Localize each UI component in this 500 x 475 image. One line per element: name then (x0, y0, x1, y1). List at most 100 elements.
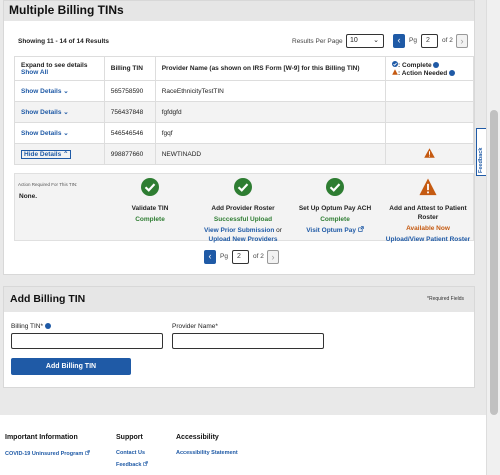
footer: Important Information COVID-19 Uninsured… (0, 415, 486, 475)
upload-new-providers-link[interactable]: Upload New Providers (209, 236, 278, 243)
check-circle-icon (234, 178, 252, 196)
results-per-page-label: Results Per Page (292, 38, 343, 45)
page-input[interactable]: 2 (421, 34, 438, 48)
info-icon[interactable] (433, 61, 440, 68)
required-fields-note: *Required Fields (427, 296, 464, 302)
scrollbar-thumb[interactable] (490, 110, 498, 415)
check-circle-icon (141, 178, 159, 196)
chevron-down-icon: ⌄ (63, 109, 69, 116)
provider-name-cell: RaceEthnicityTestTIN (154, 80, 387, 102)
step-title: Add Provider Roster (211, 205, 275, 212)
info-icon[interactable] (449, 69, 456, 76)
external-link-icon (143, 461, 148, 466)
expand-column-header: Expand to see details Show All (14, 56, 105, 81)
step-title: Validate TIN (131, 205, 169, 212)
info-icon[interactable] (44, 323, 51, 330)
table-row: Show Details ⌄ 546546546 fgqf (14, 122, 474, 144)
action-required-label: Action Required For This TIN: (18, 182, 78, 187)
status-legend-header: : Complete : Action Needed (385, 56, 474, 81)
tin-cell: 756437848 (103, 101, 156, 123)
add-billing-tin-card: Add Billing TIN *Required Fields Billing… (3, 286, 475, 388)
prev-page-button[interactable]: ‹ (204, 250, 216, 264)
step-patient-roster: Add and Attest to Patient Roster Availab… (383, 178, 473, 244)
warning-triangle-icon (419, 178, 437, 196)
next-page-button[interactable]: › (456, 34, 468, 48)
chevron-right-icon: › (460, 36, 464, 46)
step-status: Complete (320, 216, 350, 223)
table-row: Show Details ⌄ 565758590 RaceEthnicityTe… (14, 80, 474, 102)
chevron-left-icon: ‹ (397, 35, 401, 45)
results-per-page-select[interactable]: 10 ⌄ (346, 34, 384, 48)
show-details-link[interactable]: Show Details ⌄ (21, 109, 69, 116)
table-row: Show Details ⌄ 756437848 fgfdgfd (14, 101, 474, 123)
status-cell (385, 80, 474, 102)
page-scrollbar[interactable] (486, 0, 500, 475)
bottom-pager: ‹ Pg 2 of 2 › (204, 250, 279, 264)
chevron-down-icon: ⌄ (373, 37, 379, 44)
billing-tins-title: Multiple Billing TINs (9, 3, 124, 17)
step-title: Set Up Optum Pay ACH (298, 205, 372, 212)
chevron-right-icon: › (271, 252, 275, 262)
pg-label: Pg (220, 253, 228, 260)
page-of-label: of 2 (253, 253, 264, 260)
next-page-button[interactable]: › (267, 250, 279, 264)
show-details-link[interactable]: Show Details ⌄ (21, 130, 69, 137)
chevron-down-icon: ⌄ (63, 88, 69, 95)
provider-name-label: Provider Name* (172, 323, 218, 330)
feedback-side-tab[interactable]: Feedback (476, 128, 486, 176)
chevron-left-icon: ‹ (208, 251, 212, 261)
provider-name-cell: NEWTINADD (154, 143, 387, 165)
provider-name-cell: fgfdgfd (154, 101, 387, 123)
step-status: Successful Upload (213, 216, 273, 223)
action-required-value: None. (19, 193, 38, 200)
results-info: Showing 11 - 14 of 14 Results (18, 38, 110, 45)
provider-name-cell: fgqf (154, 122, 387, 144)
step-optum-pay: Set Up Optum Pay ACH Complete Visit Optu… (295, 178, 375, 235)
status-cell (385, 143, 474, 165)
check-circle-icon (326, 178, 344, 196)
billing-tins-header: Multiple Billing TINs (4, 1, 474, 21)
show-all-link[interactable]: Show All (21, 69, 98, 76)
step-status: Available Now (406, 225, 450, 232)
add-billing-tin-title: Add Billing TIN (10, 293, 86, 305)
table-row: Hide Details ⌃ 998877660 NEWTINADD (14, 143, 474, 165)
feedback-tab-label: Feedback (478, 147, 484, 173)
step-validate-tin: Validate TIN Complete (115, 178, 185, 223)
results-per-page-value: 10 (350, 37, 358, 44)
tin-cell: 565758590 (103, 80, 156, 102)
view-prior-submission-link[interactable]: View Prior Submission (204, 227, 274, 234)
show-details-link[interactable]: Show Details ⌄ (21, 88, 69, 95)
billing-tin-column-header: Billing TIN (103, 56, 156, 81)
page-of-label: of 2 (442, 37, 453, 44)
step-title: Add and Attest to Patient Roster (389, 205, 467, 221)
billing-tin-input[interactable] (11, 333, 163, 349)
main-content: Multiple Billing TINs Showing 11 - 14 of… (0, 0, 486, 475)
accessibility-statement-link[interactable]: Accessibility Statement (176, 450, 238, 456)
status-cell (385, 122, 474, 144)
add-billing-tin-button[interactable]: Add Billing TIN (11, 358, 131, 375)
warning-triangle-icon (424, 148, 435, 158)
step-provider-roster: Add Provider Roster Successful Upload Vi… (195, 178, 291, 244)
billing-tins-card: Multiple Billing TINs Showing 11 - 14 of… (3, 0, 475, 275)
tin-details-panel: Action Required For This TIN: None. Vali… (14, 173, 474, 244)
hide-details-link[interactable]: Hide Details ⌃ (21, 150, 72, 159)
feedback-link[interactable]: Feedback (116, 461, 148, 468)
billing-tins-table: Expand to see details Show All Billing T… (14, 56, 474, 165)
tin-cell: 546546546 (103, 122, 156, 144)
billing-tin-label: Billing TIN* (11, 323, 51, 330)
provider-name-input[interactable] (172, 333, 324, 349)
visit-optum-pay-link[interactable]: Visit Optum Pay (295, 226, 375, 235)
covid-uninsured-program-link[interactable]: COVID-19 Uninsured Program (5, 450, 90, 457)
legend-complete: : Complete (398, 61, 432, 69)
upload-view-patient-roster-link[interactable]: Upload/View Patient Roster (383, 235, 473, 244)
provider-name-column-header: Provider Name (as shown on IRS Form [W-9… (154, 56, 387, 81)
prev-page-button[interactable]: ‹ (393, 34, 405, 48)
contact-us-link[interactable]: Contact Us (116, 450, 145, 456)
chevron-down-icon: ⌄ (63, 130, 69, 137)
external-link-icon (84, 450, 90, 455)
page-input[interactable]: 2 (232, 250, 249, 264)
table-header-row: Expand to see details Show All Billing T… (14, 56, 474, 81)
legend-action-needed: : Action Needed (398, 69, 448, 77)
add-billing-tin-header: Add Billing TIN *Required Fields (4, 287, 474, 312)
pg-label: Pg (409, 37, 417, 44)
